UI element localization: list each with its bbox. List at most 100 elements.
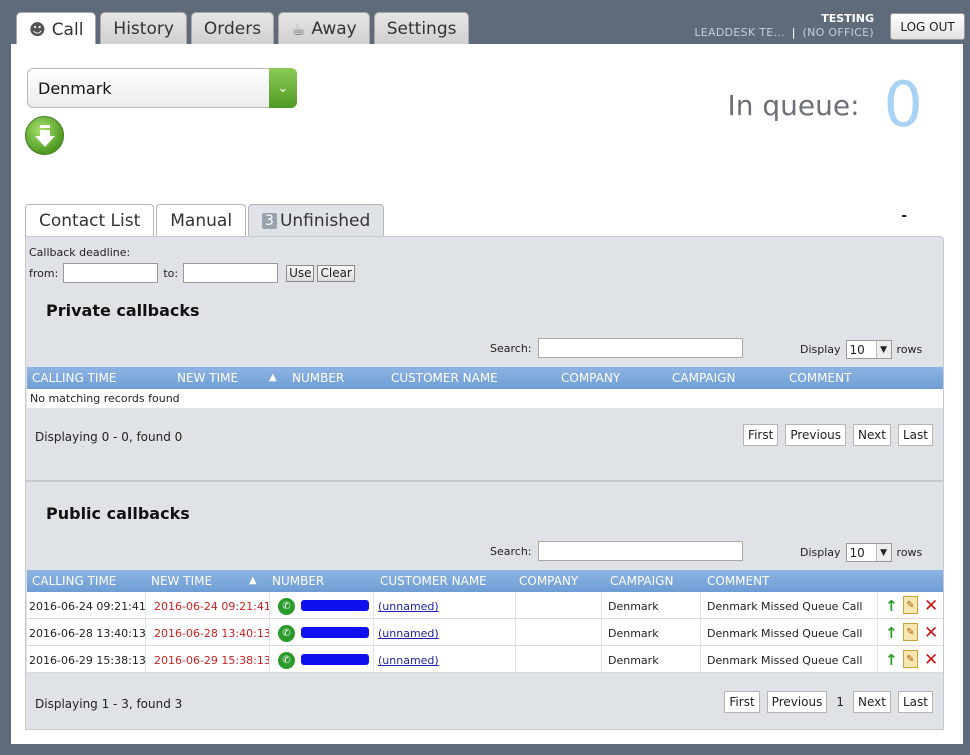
number-redacted — [301, 627, 369, 638]
edit-icon[interactable]: ✎ — [903, 650, 918, 668]
public-previous-button[interactable]: Previous — [766, 691, 828, 713]
sort-asc-icon: ▲ — [269, 372, 277, 383]
callback-deadline-label: Callback deadline: — [29, 246, 131, 259]
tab-settings-label: Settings — [386, 19, 457, 39]
calling-time-cell: 2016-06-28 13:40:13 — [29, 627, 146, 640]
public-last-button[interactable]: Last — [898, 691, 933, 713]
download-button[interactable] — [25, 116, 64, 155]
tab-away[interactable]: ☕ Away — [278, 12, 370, 45]
edit-icon[interactable]: ✎ — [903, 596, 918, 614]
chevron-down-icon: ▼ — [875, 544, 891, 561]
new-time-cell: 2016-06-28 13:40:13 — [154, 627, 271, 640]
col-campaign[interactable]: CAMPAIGN — [610, 574, 673, 588]
tab-manual-label: Manual — [170, 211, 233, 231]
public-search-label: Search: — [490, 545, 532, 558]
delete-icon[interactable]: ✕ — [924, 623, 938, 643]
user-org: LEADDESK TE... — [694, 26, 785, 39]
private-pager: First Previous Next Last — [743, 424, 933, 446]
private-status: Displaying 0 - 0, found 0 — [35, 430, 183, 444]
public-display-control: Display 10 ▼ rows — [800, 543, 922, 562]
tab-manual[interactable]: Manual — [156, 204, 247, 237]
private-next-button[interactable]: Next — [853, 424, 891, 446]
col-calling-time[interactable]: CALLING TIME — [32, 574, 116, 588]
delete-icon[interactable]: ✕ — [924, 596, 938, 616]
private-rows-select[interactable]: 10 ▼ — [845, 340, 892, 359]
private-previous-button[interactable]: Previous — [785, 424, 847, 446]
tab-call[interactable]: ☻ Call — [16, 12, 97, 46]
country-select[interactable]: Denmark ⌄ — [27, 68, 297, 108]
user-office: (NO OFFICE) — [802, 26, 874, 39]
tab-orders[interactable]: Orders — [190, 12, 275, 45]
customer-name-link[interactable]: (unnamed) — [378, 600, 439, 613]
phone-icon[interactable]: ✆ — [278, 598, 295, 615]
sub-tab-bar: Contact List Manual 3 Unfinished — [25, 204, 385, 237]
col-company[interactable]: COMPANY — [519, 574, 578, 588]
dash-mark: - — [901, 208, 907, 224]
unfinished-count-badge: 3 — [262, 213, 277, 229]
col-company[interactable]: COMPANY — [561, 371, 620, 385]
private-display-label: Display — [800, 343, 841, 356]
arrow-up-icon[interactable]: ↑ — [885, 624, 898, 642]
public-first-button[interactable]: First — [724, 691, 760, 713]
campaign-cell: Denmark — [608, 654, 659, 667]
tab-unfinished-label: Unfinished — [279, 211, 371, 231]
public-rows-select[interactable]: 10 ▼ — [845, 543, 892, 562]
from-date-input[interactable] — [63, 263, 159, 283]
calling-time-cell: 2016-06-24 09:21:41 — [29, 600, 146, 613]
col-comment[interactable]: COMMENT — [789, 371, 851, 385]
agent-icon: ☻ — [29, 20, 46, 39]
col-comment[interactable]: COMMENT — [707, 574, 769, 588]
private-first-button[interactable]: First — [743, 424, 779, 446]
to-date-input[interactable] — [183, 263, 279, 283]
edit-icon[interactable]: ✎ — [903, 623, 918, 641]
private-empty-row: No matching records found — [27, 389, 943, 408]
arrow-up-icon[interactable]: ↑ — [885, 597, 898, 615]
phone-icon[interactable]: ✆ — [278, 652, 295, 669]
col-calling-time[interactable]: CALLING TIME — [32, 371, 116, 385]
use-button[interactable]: Use — [286, 264, 315, 282]
chevron-down-icon: ▼ — [875, 341, 891, 358]
table-row[interactable]: 2016-06-24 09:21:41 2016-06-24 09:21:41 … — [27, 592, 943, 619]
queue-indicator: In queue: 0 — [727, 74, 923, 136]
unfinished-panel: Callback deadline: from: to: Use Clear P… — [25, 236, 944, 730]
private-rows-value: 10 — [849, 342, 865, 357]
tab-contact-list[interactable]: Contact List — [25, 204, 155, 237]
user-separator: | — [791, 26, 796, 39]
phone-icon[interactable]: ✆ — [278, 625, 295, 642]
tab-contact-list-label: Contact List — [39, 211, 141, 231]
callback-deadline-row: from: to: Use Clear — [29, 263, 355, 283]
logout-button[interactable]: LOG OUT — [890, 13, 965, 40]
delete-icon[interactable]: ✕ — [924, 650, 938, 670]
col-customer-name[interactable]: CUSTOMER NAME — [391, 371, 498, 385]
clear-button[interactable]: Clear — [317, 264, 355, 282]
tab-settings[interactable]: Settings — [373, 12, 470, 45]
top-tab-bar: ☻ Call History Orders ☕ Away Settings — [16, 12, 470, 46]
public-rows-value: 10 — [849, 545, 865, 560]
private-callbacks-title: Private callbacks — [46, 301, 200, 320]
col-campaign[interactable]: CAMPAIGN — [672, 371, 735, 385]
col-number[interactable]: NUMBER — [272, 574, 324, 588]
tab-unfinished[interactable]: 3 Unfinished — [248, 204, 385, 237]
tab-away-label: Away — [311, 19, 357, 39]
comment-cell: Denmark Missed Queue Call — [707, 627, 863, 640]
comment-cell: Denmark Missed Queue Call — [707, 654, 863, 667]
private-search-input[interactable] — [538, 338, 743, 358]
public-search-input[interactable] — [538, 541, 743, 561]
public-status: Displaying 1 - 3, found 3 — [35, 697, 183, 711]
customer-name-link[interactable]: (unnamed) — [378, 654, 439, 667]
chevron-down-icon[interactable]: ⌄ — [269, 68, 297, 108]
col-number[interactable]: NUMBER — [292, 371, 344, 385]
table-row[interactable]: 2016-06-28 13:40:13 2016-06-28 13:40:13 … — [27, 619, 943, 646]
user-name: TESTING — [821, 12, 874, 25]
col-new-time[interactable]: NEW TIME — [151, 574, 212, 588]
col-new-time[interactable]: NEW TIME — [177, 371, 238, 385]
new-time-cell: 2016-06-29 15:38:13 — [154, 654, 271, 667]
public-page-number[interactable]: 1 — [834, 695, 846, 709]
private-last-button[interactable]: Last — [898, 424, 933, 446]
col-customer-name[interactable]: CUSTOMER NAME — [380, 574, 487, 588]
tab-history[interactable]: History — [100, 12, 187, 45]
table-row[interactable]: 2016-06-29 15:38:13 2016-06-29 15:38:13 … — [27, 646, 943, 673]
public-next-button[interactable]: Next — [853, 691, 891, 713]
arrow-up-icon[interactable]: ↑ — [885, 651, 898, 669]
customer-name-link[interactable]: (unnamed) — [378, 627, 439, 640]
